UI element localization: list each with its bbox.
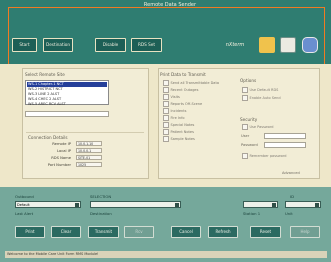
option-checkbox[interactable]: Use Default RDS [242, 87, 318, 94]
list-item[interactable]: WS-5 AREC RCV ALST [27, 102, 107, 107]
station-select[interactable] [243, 201, 278, 208]
settings-icon[interactable] [302, 37, 318, 53]
chevron-down-icon [75, 203, 79, 207]
user-label: User [241, 134, 250, 138]
remote-ip-label: Remote IP [52, 142, 71, 146]
remember-password-checkbox[interactable]: Remember password [242, 153, 318, 160]
id-label: ID [290, 194, 295, 199]
password-input[interactable] [264, 142, 306, 148]
options-title: Options [240, 78, 257, 83]
remote-filter-input[interactable] [25, 111, 109, 117]
filter-option[interactable]: Sample Notes [163, 136, 233, 143]
local-ip-value: 10.0.0.1 [76, 148, 102, 153]
remote-site-list[interactable]: WS-1 Chapter-1 NCT WS-2 HISTRICT NCT WS-… [25, 80, 109, 107]
divider [26, 132, 144, 133]
filter-option[interactable]: Special Notes [163, 122, 233, 129]
transmit-button[interactable]: Transmit [88, 226, 119, 238]
print-button[interactable]: Print [15, 226, 45, 238]
destination-button[interactable]: Destination [43, 38, 73, 52]
help-icon[interactable] [259, 37, 275, 53]
rds-name-value: SITE-01 [76, 155, 102, 160]
port-number-label: Port Number [47, 163, 71, 167]
filter-option[interactable]: Patient Notes [163, 129, 233, 136]
brand-logo: nXterm [225, 42, 245, 48]
security-title: Security [240, 117, 258, 122]
filter-option[interactable]: Send all Transmittable Data [163, 80, 233, 87]
selection-select[interactable] [90, 201, 181, 208]
outbound-label: Outbound [15, 194, 34, 199]
transmit-title: Print Data to Transmit [160, 72, 206, 77]
filter-option[interactable]: Recent Outages [163, 87, 233, 94]
reset-button[interactable]: Reset [250, 226, 281, 238]
help-button[interactable]: Help [290, 226, 320, 238]
status-bar: Welcome to the Mobile Care Unit Form RMS… [5, 251, 327, 258]
filter-option[interactable]: Visits [163, 94, 233, 101]
rds-name-label: RDS Name [51, 156, 71, 160]
user-input[interactable] [264, 133, 306, 139]
advanced-button[interactable]: Advanced [282, 171, 300, 175]
start-button[interactable]: Start [12, 38, 37, 52]
unit-label: Unit [285, 211, 293, 216]
password-label: Password [241, 143, 258, 147]
port-number-value: 1025 [76, 162, 102, 167]
receive-button[interactable]: Rcv [124, 226, 154, 238]
remote-site-title: Select Remote Site [25, 72, 65, 77]
remote-ip-value: 10.0.1.10 [76, 141, 102, 146]
connection-title: Connection Details [28, 135, 68, 140]
refresh-button[interactable]: Refresh [208, 226, 238, 238]
filter-option[interactable]: Reports Off-Scene [163, 101, 233, 108]
filter-option[interactable]: Incidents [163, 108, 233, 115]
local-ip-label: Local IP [56, 149, 71, 153]
option-checkbox[interactable]: Enable Auto Send [242, 95, 318, 102]
destination-label: Destination [90, 211, 112, 216]
station-label: Station 1 [243, 211, 261, 216]
chevron-down-icon [175, 203, 179, 207]
clear-button[interactable]: Clear [51, 226, 81, 238]
selection-label: SELECTION [90, 194, 112, 199]
cancel-button[interactable]: Cancel [171, 226, 201, 238]
view-icon[interactable] [280, 37, 296, 53]
window-title: Remote Data Sender [143, 2, 197, 8]
use-password-checkbox[interactable]: Use Password [242, 124, 318, 131]
outbound-select[interactable]: Default [15, 201, 81, 208]
chevron-down-icon [272, 203, 276, 207]
rds-set-button[interactable]: RDS Set [131, 38, 162, 52]
disable-button[interactable]: Disable [95, 38, 126, 52]
filter-option[interactable]: Fire Info [163, 115, 233, 122]
chevron-down-icon [315, 203, 319, 207]
last-alert-label: Last Alert [15, 211, 34, 216]
unit-select[interactable] [285, 201, 321, 208]
